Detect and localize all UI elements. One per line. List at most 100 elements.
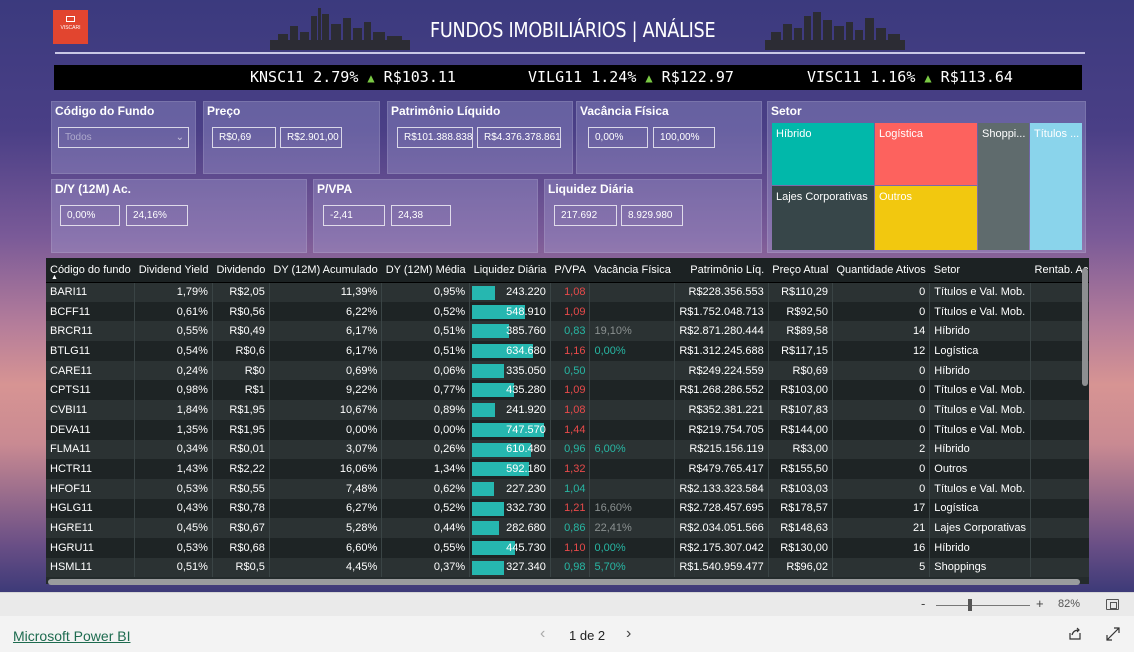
column-header[interactable]: Dividend Yield: [134, 258, 213, 283]
table-row[interactable]: BRCR11 0,55% R$0,49 6,17% 0,51% 385.760 0,83 19…: [46, 321, 1089, 342]
preco-min-input[interactable]: R$0,69: [212, 127, 276, 148]
rentab-cell: [1030, 518, 1089, 538]
liquidity-value: 610.480: [506, 443, 546, 456]
table-row[interactable]: HGRU11 0,53% R$0,68 6,60% 0,55% 445.730 1,10 0,…: [46, 537, 1089, 558]
power-bi-link[interactable]: Microsoft Power BI: [13, 628, 130, 644]
table-row[interactable]: FLMA11 0,34% R$0,01 3,07% 0,26% 610.480 0,96 6,…: [46, 439, 1089, 460]
horizontal-scrollbar[interactable]: [48, 579, 1080, 585]
column-header[interactable]: Vacância Física: [589, 258, 675, 283]
patrimonio-max-input[interactable]: R$4.376.378.861: [477, 127, 561, 148]
treemap-tile-hibrido[interactable]: Híbrido: [772, 123, 874, 185]
vacancy-cell: [589, 301, 676, 322]
table-row[interactable]: BTLG11 0,54% R$0,6 6,17% 0,51% 634.680 1,16 0,0…: [46, 341, 1089, 361]
table-row[interactable]: BARI11 1,79% R$2,05 11,39% 0,95% 243.220 1,08 R…: [46, 282, 1089, 302]
vacancy-cell: [589, 478, 676, 499]
daily-liquidity-cell: 747.570: [469, 419, 551, 440]
previous-page-button[interactable]: ‹: [540, 625, 545, 643]
current-price-cell: R$103,00: [768, 380, 834, 401]
fund-code-cell: BCFF11: [46, 301, 136, 322]
daily-liquidity-cell: 634.680: [469, 341, 551, 361]
table-header-row: Código do fundo ▲ Dividend Yield Dividendo D…: [46, 258, 1089, 283]
column-header[interactable]: Patrimônio Líq.: [674, 258, 769, 283]
rentab-cell: [1030, 400, 1089, 420]
rentab-cell: [1030, 537, 1089, 558]
vacancy-cell: 16,60%: [589, 498, 676, 519]
column-header[interactable]: DY (12M) Média: [381, 258, 470, 283]
treemap-tile-outros[interactable]: Outros: [875, 186, 977, 250]
codigo-dropdown-value: Todos: [65, 132, 92, 143]
treemap-tile-logistica[interactable]: Logística: [875, 123, 977, 185]
table-row[interactable]: HCTR11 1,43% R$2,22 16,06% 1,34% 592.180 1,32 R…: [46, 459, 1089, 479]
treemap-tile-shoppings[interactable]: Shoppi...: [978, 123, 1029, 250]
column-header[interactable]: P/VPA: [550, 258, 590, 283]
share-icon[interactable]: [1068, 627, 1082, 641]
title-divider: [55, 52, 1085, 54]
column-header[interactable]: Setor: [929, 258, 1031, 283]
asset-count-cell: 5: [832, 557, 931, 578]
fullscreen-icon[interactable]: [1106, 627, 1120, 641]
vacancy-cell: 0,00%: [589, 537, 676, 558]
liquidez-max-input[interactable]: 8.929.980: [621, 205, 683, 226]
dy-12m-avg-cell: 0,51%: [381, 341, 471, 361]
footer-bar: Microsoft Power BI ‹ 1 de 2 ›: [0, 616, 1134, 652]
column-header[interactable]: Código do fundo ▲: [46, 258, 135, 283]
column-header[interactable]: Dividendo: [212, 258, 270, 283]
vacancy-cell: 6,00%: [589, 439, 676, 460]
liquidez-min-input[interactable]: 217.692: [554, 205, 617, 226]
treemap-tile-lajes[interactable]: Lajes Corporativas: [772, 186, 874, 250]
table-row[interactable]: DEVA11 1,35% R$1,95 0,00% 0,00% 747.570 1,44 R$…: [46, 419, 1089, 440]
dividend-yield-cell: 0,61%: [134, 301, 213, 322]
vacancy-cell: [589, 419, 676, 440]
setor-treemap-card: Setor Híbrido Logística Shoppi... Título…: [767, 101, 1086, 253]
dy-max-input[interactable]: 24,16%: [126, 205, 188, 226]
column-header[interactable]: Preço Atual: [768, 258, 833, 283]
dividend-cell: R$1,95: [212, 400, 270, 420]
zoom-slider-track[interactable]: [936, 605, 1030, 606]
pvpa-cell: 1,16: [550, 341, 591, 361]
table-row[interactable]: CVBI11 1,84% R$1,95 10,67% 0,89% 241.920 1,08 R…: [46, 400, 1089, 420]
dy-12m-avg-cell: 0,89%: [381, 400, 471, 420]
codigo-dropdown[interactable]: Todos ⌄: [58, 127, 189, 148]
table-row[interactable]: BCFF11 0,61% R$0,56 6,22% 0,52% 548.910 1,09 R$…: [46, 301, 1089, 322]
dividend-cell: R$0: [212, 360, 270, 381]
column-header[interactable]: Liquidez Diária: [469, 258, 551, 283]
zoom-slider-thumb[interactable]: [968, 599, 972, 611]
table-row[interactable]: HGLG11 0,43% R$0,78 6,27% 0,52% 332.730 1,21 16…: [46, 498, 1089, 519]
table-row[interactable]: HGRE11 0,45% R$0,67 5,28% 0,44% 282.680 0,86 22…: [46, 518, 1089, 538]
dividend-cell: R$0,68: [212, 537, 270, 558]
pvpa-cell: 1,04: [550, 478, 591, 499]
liquidity-value: 335.050: [506, 364, 546, 377]
next-page-button[interactable]: ›: [626, 625, 631, 643]
preco-max-input[interactable]: R$2.901,00: [280, 127, 342, 148]
column-header[interactable]: Rentab. Acu: [1030, 258, 1089, 283]
dy-12m-avg-cell: 0,51%: [381, 321, 471, 342]
column-header[interactable]: Quantidade Ativos: [832, 258, 930, 283]
dy-min-input[interactable]: 0,00%: [60, 205, 120, 226]
column-header[interactable]: DY (12M) Acumulado: [269, 258, 382, 283]
pvpa-max-input[interactable]: 24,38: [391, 205, 451, 226]
sector-cell: Híbrido: [929, 360, 1032, 381]
fit-to-page-icon[interactable]: [1106, 599, 1119, 610]
vacancy-cell: [589, 380, 676, 401]
table-row[interactable]: CPTS11 0,98% R$1 9,22% 0,77% 435.280 1,09 R$1.2…: [46, 380, 1089, 401]
vacancia-max-input[interactable]: 100,00%: [653, 127, 715, 148]
table-row[interactable]: CARE11 0,24% R$0 0,69% 0,06% 335.050 0,50 R$249…: [46, 360, 1089, 381]
vacancia-min-input[interactable]: 0,00%: [588, 127, 648, 148]
pvpa-min-input[interactable]: -2,41: [323, 205, 385, 226]
sector-cell: Logística: [929, 498, 1032, 519]
current-price-cell: R$155,50: [768, 459, 834, 479]
zoom-out-button[interactable]: -: [921, 596, 925, 611]
zoom-in-button[interactable]: +: [1036, 596, 1044, 611]
pvpa-cell: 0,98: [550, 557, 591, 578]
dividend-cell: R$0,78: [212, 498, 270, 519]
treemap-tile-titulos[interactable]: Títulos ...: [1030, 123, 1082, 250]
patrimonio-min-input[interactable]: R$101.388.838: [397, 127, 473, 148]
pvpa-cell: 1,08: [550, 400, 591, 420]
asset-count-cell: 0: [832, 459, 931, 479]
skyline-right-icon: [765, 12, 905, 50]
table-row[interactable]: HSML11 0,51% R$0,5 4,45% 0,37% 327.340 0,98 5,7…: [46, 557, 1089, 578]
vertical-scrollbar[interactable]: [1082, 268, 1088, 386]
table-row[interactable]: HFOF11 0,53% R$0,55 7,48% 0,62% 227.230 1,04 R$…: [46, 478, 1089, 499]
dy-12m-avg-cell: 0,00%: [381, 419, 471, 440]
daily-liquidity-cell: 335.050: [469, 360, 551, 381]
